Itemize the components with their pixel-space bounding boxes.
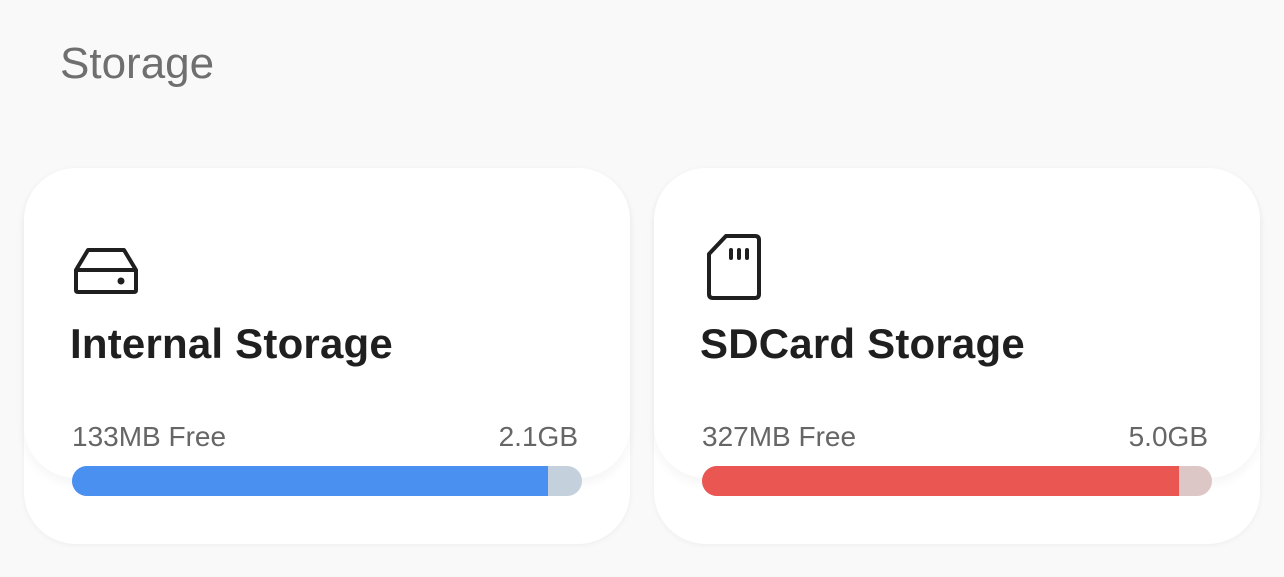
free-space-text: 327MB Free [702,421,857,452]
hard-drive-icon [70,232,142,304]
usage-bar-fill [72,466,549,496]
page-title: Storage [60,39,215,88]
card-title: SDCard Storage [700,320,1025,367]
sd-card-icon [700,232,772,304]
total-capacity-text: 5.0GB [1128,421,1208,452]
usage-bar [702,466,1212,496]
usage-bar-fill [702,466,1180,496]
usage-bar [72,466,582,496]
card-title: Internal Storage [70,320,393,367]
free-space-text: 133MB Free [72,421,227,452]
total-capacity-text: 2.1GB [498,421,578,452]
sdcard-storage-card[interactable]: SDCard Storage 327MB Free 5.0GB [654,168,1260,544]
internal-storage-card[interactable]: Internal Storage 133MB Free 2.1GB [24,168,630,544]
